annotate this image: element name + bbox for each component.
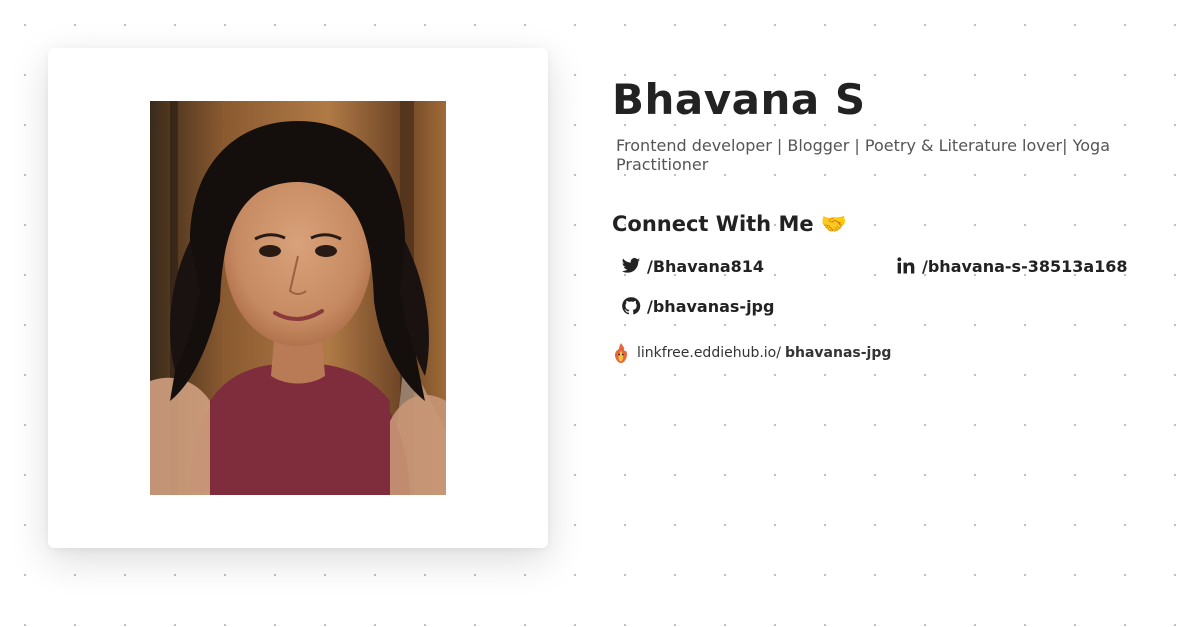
linkedin-link[interactable]: /bhavana-s-38513a168 <box>896 256 1128 276</box>
github-handle: /bhavanas-jpg <box>647 296 775 316</box>
twitter-link[interactable]: /Bhavana814 <box>621 256 764 276</box>
profile-info: Bhavana S Frontend developer | Blogger |… <box>612 70 1152 364</box>
profile-name: Bhavana S <box>612 75 866 124</box>
linkedin-handle: /bhavana-s-38513a168 <box>922 256 1128 276</box>
profile-photo-card <box>48 48 548 548</box>
handshake-emoji: 🤝 <box>820 212 848 236</box>
avatar <box>150 101 446 495</box>
linkfree-prefix: linkfree.eddiehub.io/ <box>637 345 781 361</box>
linkfree-username: bhavanas-jpg <box>784 345 892 361</box>
profile-bio: Frontend developer | Blogger | Poetry & … <box>616 136 1110 174</box>
connect-heading: Connect With Me 🤝 <box>612 210 1152 238</box>
linkedin-icon <box>896 256 916 276</box>
twitter-icon <box>621 256 641 276</box>
social-links: /Bhavana814 /bhavana-s-38513a168 /bhavan… <box>612 246 1152 336</box>
linkfree-link[interactable]: linkfree.eddiehub.io/ bhavanas-jpg <box>612 342 1152 364</box>
connect-heading-text: Connect With Me <box>612 212 814 236</box>
github-link[interactable]: /bhavanas-jpg <box>621 296 774 316</box>
avatar-photo <box>150 101 446 495</box>
twitter-handle: /Bhavana814 <box>647 256 765 276</box>
linkfree-logo-icon <box>612 342 630 364</box>
github-icon <box>621 296 641 316</box>
